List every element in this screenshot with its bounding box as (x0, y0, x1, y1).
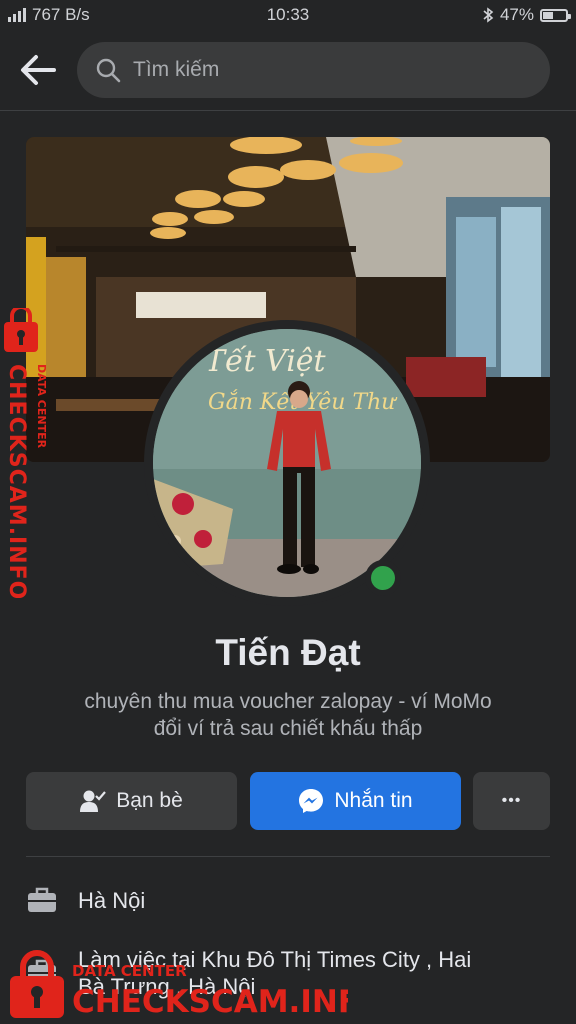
top-bar: Tìm kiếm (0, 38, 576, 104)
clock: 10:33 (266, 5, 310, 24)
back-arrow-icon (21, 55, 56, 85)
header-divider (0, 110, 576, 111)
online-status-indicator (365, 560, 401, 596)
messenger-icon (299, 789, 324, 813)
search-icon (96, 58, 121, 83)
info-location-row: Hà Nội (26, 884, 145, 916)
back-button[interactable] (18, 52, 58, 88)
friend-check-icon (80, 790, 107, 812)
status-bar: 767 B/s 10:33 47% (0, 0, 576, 30)
more-dots-icon: ••• (501, 792, 522, 809)
battery-percent: 47% (499, 5, 534, 24)
search-placeholder: Tìm kiếm (133, 58, 220, 81)
bio-line-1: chuyên thu mua voucher zalopay - ví MoMo (84, 690, 492, 713)
profile-bio: chuyên thu mua voucher zalopay - ví MoMo… (0, 688, 576, 742)
watermark-bottom-text: CHECKSCAM.INFO (72, 984, 348, 1020)
watermark-bottom: DATA CENTER CHECKSCAM.INFO (10, 950, 348, 1020)
section-divider (26, 856, 550, 857)
location-text: Hà Nội (78, 888, 146, 913)
more-options-button[interactable]: ••• (473, 772, 550, 830)
watermark-vertical: CHECKSCAM.INFO DATA CENTER (4, 308, 48, 598)
battery-icon (540, 8, 571, 22)
friends-button[interactable]: Bạn bè (26, 772, 237, 830)
search-input[interactable]: Tìm kiếm (77, 42, 550, 98)
message-label: Nhắn tin (334, 789, 413, 812)
friends-label: Bạn bè (116, 789, 183, 812)
lock-icon (10, 950, 64, 1018)
watermark-bottom-sub: DATA CENTER (72, 962, 187, 980)
watermark-vertical-text: CHECKSCAM.INFO (4, 364, 29, 598)
bio-line-2: đổi ví trả sau chiết khấu thấp (153, 717, 423, 740)
bluetooth-icon (483, 7, 494, 23)
watermark-vertical-sub: DATA CENTER (35, 364, 48, 449)
briefcase-icon (28, 887, 56, 912)
avatar-text-line1: Tết Việt (205, 344, 327, 379)
lock-icon (4, 308, 38, 352)
profile-name: Tiến Đạt (215, 632, 361, 673)
message-button[interactable]: Nhắn tin (250, 772, 461, 830)
profile-avatar[interactable]: Tết Việt Gắn Kết Yêu Thư (153, 329, 421, 597)
